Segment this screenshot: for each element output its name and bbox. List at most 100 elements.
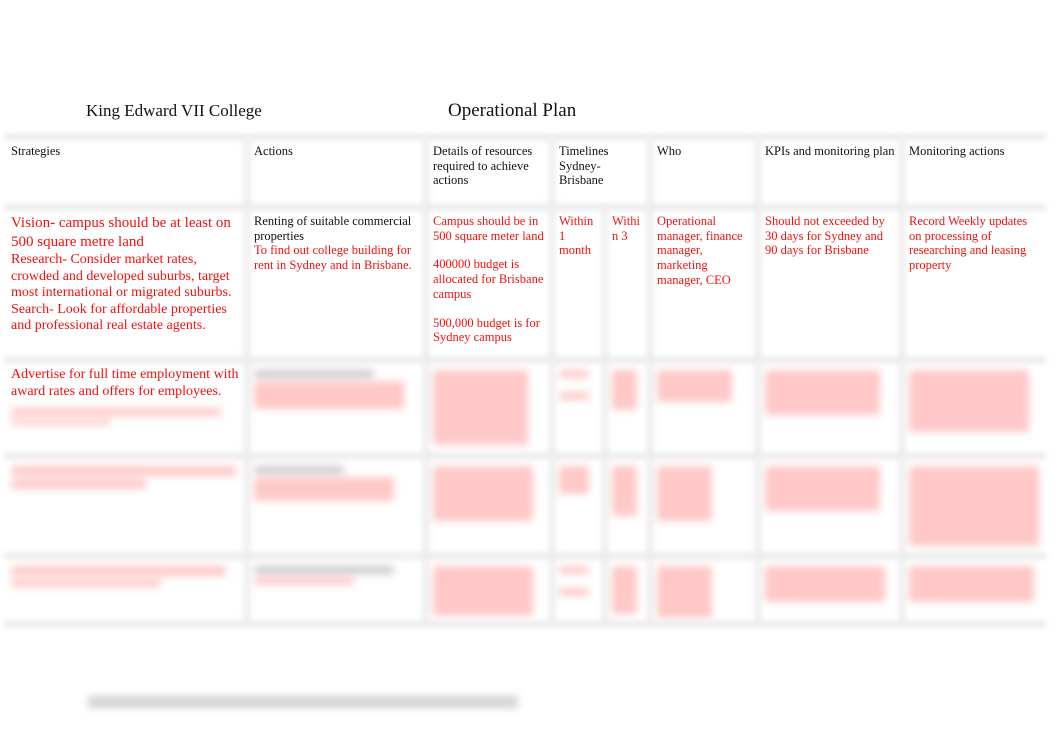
action-cell: Renting of suitable commercial propertie… [247, 207, 426, 360]
who-cell [650, 360, 758, 456]
document-title: Operational Plan [448, 100, 577, 121]
kpi-cell [758, 456, 902, 556]
timeline-brisbane-cell [605, 556, 650, 624]
column-header-monitoring: Monitoring actions [902, 137, 1046, 207]
column-header-strategies: Strategies [4, 137, 247, 207]
column-header-label: Who [657, 144, 682, 158]
resources-cell: Campus should be in 500 square meter lan… [426, 207, 552, 360]
strategy-vision: Vision- campus should be at least on 500… [11, 215, 231, 250]
kpi-cell [758, 556, 902, 624]
column-header-kpis: KPIs and monitoring plan [758, 137, 902, 207]
timeline-brisbane-cell: Within 3 [605, 207, 650, 360]
action-title: Renting of suitable commercial propertie… [254, 214, 412, 243]
obscured-text [657, 566, 712, 618]
column-header-label: Actions [254, 144, 293, 158]
action-cell [247, 360, 426, 456]
monitoring-cell [902, 456, 1046, 556]
table-row: Advertise for full time employment with … [4, 360, 1046, 456]
obscured-text [11, 479, 146, 489]
obscured-text [254, 381, 404, 409]
who-cell [650, 456, 758, 556]
table-row: Vision- campus should be at least on 500… [4, 207, 1046, 360]
obscured-text [657, 466, 712, 521]
obscured-text [909, 466, 1039, 546]
timeline-sydney-cell [552, 456, 605, 556]
obscured-text [11, 408, 221, 416]
who-cell: Operational manager, finance manager, ma… [650, 207, 758, 360]
obscured-text [254, 566, 394, 574]
timeline-brisbane-cell [605, 360, 650, 456]
obscured-text [433, 370, 528, 445]
obscured-text [559, 392, 589, 400]
column-header-label: Monitoring actions [909, 144, 1005, 158]
kpi-cell: Should not exceeded by 30 days for Sydne… [758, 207, 902, 360]
resource-item: 400000 budget is allocated for Brisbane … [433, 257, 544, 301]
obscured-text [254, 477, 394, 501]
resources-cell [426, 456, 552, 556]
timeline-brisbane: Within 3 [612, 214, 640, 243]
obscured-text [909, 566, 1034, 602]
obscured-text [559, 466, 589, 494]
obscured-text [765, 566, 885, 602]
column-header-label: Strategies [11, 144, 61, 158]
monitoring-cell: Record Weekly updates on processing of r… [902, 207, 1046, 360]
obscured-text [559, 588, 589, 596]
obscured-text [559, 370, 589, 378]
action-detail: To find out college building for rent in… [254, 243, 412, 273]
table-row [4, 556, 1046, 624]
column-header-label: Details of resources required to achieve… [433, 144, 533, 188]
strategy-cell [4, 456, 247, 556]
operational-plan-table: Strategies Actions Details of resources … [4, 137, 1046, 624]
obscured-text [612, 466, 637, 516]
obscured-text [559, 566, 589, 574]
strategy-cell [4, 556, 247, 624]
resource-item: 500,000 budget is for Sydney campus [433, 315, 540, 345]
column-header-timelines: Timelines Sydney-Brisbane [552, 137, 650, 207]
obscured-text [433, 466, 533, 521]
monitoring-cell [902, 360, 1046, 456]
obscured-text [254, 370, 374, 378]
obscured-text [433, 566, 533, 616]
timeline-sydney: Within 1 month [559, 214, 594, 258]
timeline-sydney-cell [552, 556, 605, 624]
resources-cell [426, 556, 552, 624]
column-header-resources: Details of resources required to achieve… [426, 137, 552, 207]
timeline-brisbane-cell [605, 456, 650, 556]
strategy-cell: Advertise for full time employment with … [4, 360, 247, 456]
obscured-text [254, 577, 354, 585]
kpi-text: Should not exceeded by 30 days for Sydne… [765, 214, 885, 258]
column-header-label: KPIs and monitoring plan [765, 144, 895, 158]
resource-item: Campus should be in 500 square meter lan… [433, 214, 544, 243]
obscured-text [612, 566, 637, 614]
obscured-footer-text [88, 696, 518, 708]
resources-cell [426, 360, 552, 456]
college-name: King Edward VII College [86, 101, 262, 120]
column-header-label: Timelines Sydney-Brisbane [559, 144, 609, 188]
obscured-text [11, 579, 161, 587]
obscured-text [11, 419, 111, 425]
action-cell [247, 456, 426, 556]
strategy-research: Research- Consider market rates, crowded… [11, 252, 232, 300]
who-cell [650, 556, 758, 624]
kpi-cell [758, 360, 902, 456]
obscured-text [657, 370, 732, 402]
strategy-main: Advertise for full time employment with … [11, 367, 239, 399]
obscured-text [909, 370, 1029, 432]
action-cell [247, 556, 426, 624]
obscured-text [765, 466, 880, 511]
who-text: Operational manager, finance manager, ma… [657, 214, 743, 287]
table-row [4, 456, 1046, 556]
obscured-text [612, 370, 637, 410]
monitoring-text: Record Weekly updates on processing of r… [909, 214, 1028, 273]
column-header-who: Who [650, 137, 758, 207]
obscured-text [765, 370, 880, 415]
obscured-text [11, 466, 236, 476]
obscured-text [254, 466, 344, 474]
timeline-sydney-cell [552, 360, 605, 456]
column-header-actions: Actions [247, 137, 426, 207]
table-header-row: Strategies Actions Details of resources … [4, 137, 1046, 207]
obscured-text [11, 566, 226, 576]
timeline-sydney-cell: Within 1 month [552, 207, 605, 360]
monitoring-cell [902, 556, 1046, 624]
strategy-search: Search- Look for affordable properties a… [11, 301, 227, 334]
